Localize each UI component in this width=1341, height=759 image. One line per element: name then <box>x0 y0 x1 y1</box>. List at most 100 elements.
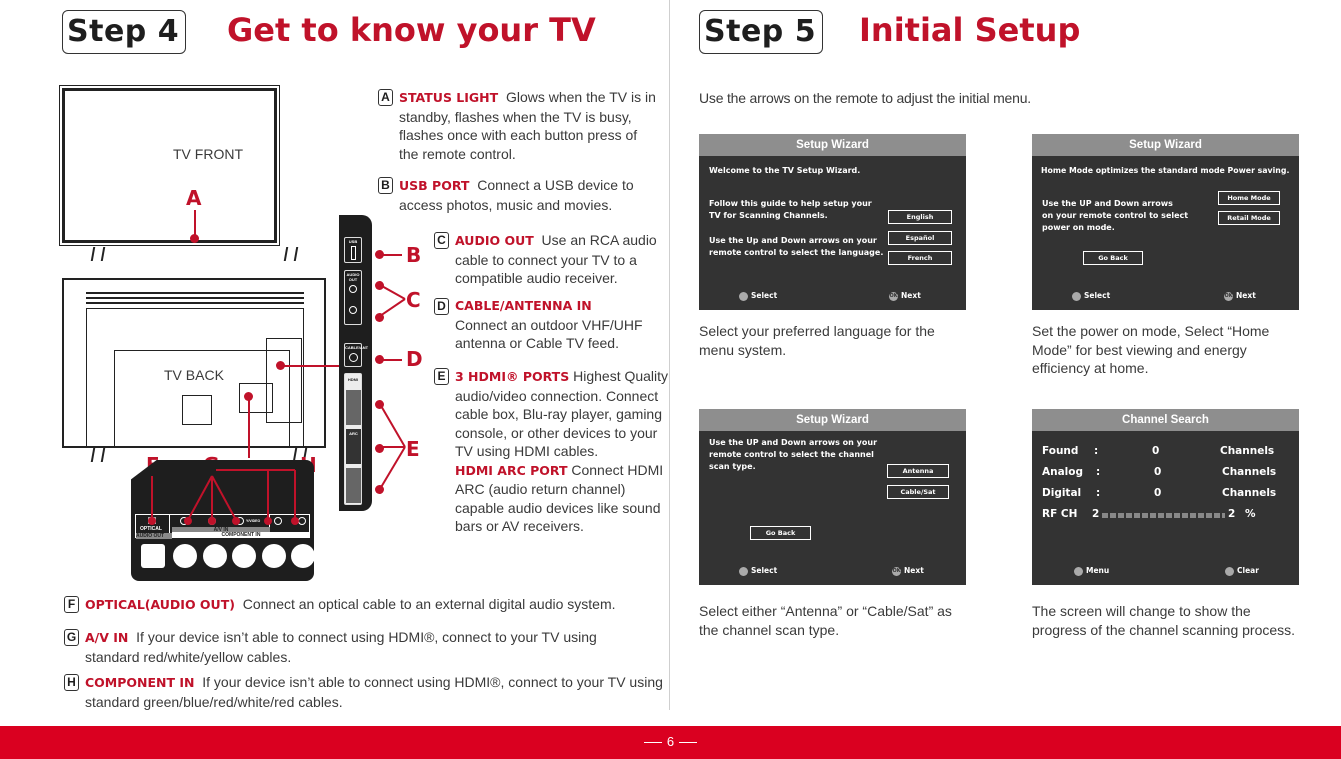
screen-scan-type: Setup Wizard Use the UP and Down arrows … <box>699 409 966 585</box>
item-letter: F <box>64 596 79 613</box>
option-french[interactable]: French <box>888 251 952 265</box>
audio-out-ports: AUDIO OUT <box>344 270 362 325</box>
item-heading: AUDIO OUT <box>455 233 534 248</box>
screen-power-mode: Setup Wizard Home Mode optimizes the sta… <box>1032 134 1299 310</box>
screen-title: Setup Wizard <box>699 409 966 431</box>
item-heading: USB PORT <box>399 178 470 193</box>
hdmi-ports: HDMI ARC <box>344 373 362 505</box>
step4-badge: Step 4 <box>62 10 187 54</box>
footer-next: OK Next <box>1224 291 1256 301</box>
screen-line: TV for Scanning Channels. <box>709 211 828 220</box>
clear-x-icon <box>1225 566 1234 576</box>
screen-line: Use the UP and Down arrows on your <box>709 438 878 447</box>
ok-icon: OK <box>892 566 901 576</box>
screen-line: Welcome to the TV Setup Wizard. <box>709 166 861 175</box>
screen-line: power on mode. <box>1042 223 1115 232</box>
option-retail-mode[interactable]: Retail Mode <box>1218 211 1280 225</box>
dash-right <box>679 742 698 744</box>
screen-channel-search: Channel Search Found : 0 Channels Analog… <box>1032 409 1299 585</box>
side-port-panel: USB AUDIO OUT CABLE/ANT HDMI ARC <box>339 215 372 511</box>
item-letter: E <box>434 368 449 385</box>
tv-stand-right <box>283 247 299 261</box>
component-in-label: COMPONENT IN <box>172 532 310 538</box>
tv-stand-left <box>90 247 106 261</box>
item-b: B USB PORT Connect a USB device to acces… <box>378 176 648 214</box>
option-home-mode[interactable]: Home Mode <box>1218 191 1280 205</box>
item-heading: A/V IN <box>85 630 129 645</box>
page-footer: 6 <box>0 726 1341 759</box>
option-espanol[interactable]: Español <box>888 231 952 245</box>
screen-title: Channel Search <box>1032 409 1299 431</box>
callout-d: D <box>406 347 423 371</box>
callout-d-line <box>380 359 402 361</box>
page-number: 6 <box>666 734 675 749</box>
row-analog-label: Analog <box>1042 466 1084 478</box>
item-letter: A <box>378 89 393 106</box>
item-letter: C <box>434 232 449 249</box>
footer-next: OK Next <box>892 566 924 576</box>
callout-a: A <box>186 186 202 210</box>
footer-select: Select <box>1072 291 1110 301</box>
screen-line: Home Mode optimizes the standard mode Po… <box>1041 166 1290 175</box>
item-heading: COMPONENT IN <box>85 675 195 690</box>
tv-back-illustration: TV BACK <box>62 278 326 448</box>
screen-line: Use the UP and Down arrows <box>1042 199 1173 208</box>
screen-line: remote control to select the channel <box>709 450 874 459</box>
step5-intro: Use the arrows on the remote to adjust t… <box>699 90 1031 106</box>
item-letter: B <box>378 177 393 194</box>
ok-icon: OK <box>889 291 898 301</box>
ok-icon: OK <box>1224 291 1233 301</box>
item-text: If your device isn’t able to connect usi… <box>85 629 597 665</box>
tv-back-stand-left <box>90 448 106 462</box>
scan-progress-value: 2 <box>1228 508 1236 520</box>
rca-port-large-1 <box>173 544 197 568</box>
tv-back-mount <box>182 395 212 425</box>
footer-next: OK Next <box>889 291 921 301</box>
option-cable-sat[interactable]: Cable/Sat <box>887 485 949 499</box>
go-back-button[interactable]: Go Back <box>750 526 811 540</box>
screen-title: Setup Wizard <box>1032 134 1299 156</box>
rca-port-large-2 <box>203 544 227 568</box>
item-heading: STATUS LIGHT <box>399 90 499 105</box>
item-c: C AUDIO OUT Use an RCA audio cable to co… <box>434 231 664 288</box>
callout-c-lines <box>379 284 406 317</box>
callout-a-line <box>194 210 196 236</box>
row-found-value: 0 <box>1152 445 1160 457</box>
scan-progress-percent-sign: % <box>1245 508 1256 520</box>
item-e: E 3 HDMI® PORTS Highest Quality audio/vi… <box>434 367 670 536</box>
row-sep: : <box>1096 487 1101 499</box>
caption-channel-search: The screen will change to show the progr… <box>1032 603 1296 638</box>
caption-language: Select your preferred language for the m… <box>699 323 935 358</box>
rf-ch-value: 2 <box>1092 508 1100 520</box>
item-heading: 3 HDMI® PORTS <box>455 369 570 384</box>
column-divider <box>669 0 670 710</box>
screen-line: Follow this guide to help setup your <box>709 199 872 208</box>
item-h: H COMPONENT IN If your device isn’t able… <box>64 673 664 711</box>
row-analog-unit: Channels <box>1222 466 1277 478</box>
caption-power-mode: Set the power on mode, Select “Home Mode… <box>1032 323 1270 376</box>
step5-title: Initial Setup <box>859 11 1081 49</box>
item-a: A STATUS LIGHT Glows when the TV is in s… <box>378 88 658 163</box>
audio-out-label: AUDIO OUT <box>136 533 172 539</box>
row-sep: : <box>1096 466 1101 478</box>
row-found-unit: Channels <box>1220 445 1275 457</box>
item-heading: CABLE/ANTENNA IN <box>455 298 592 313</box>
caption-scan-type: Select either “Antenna” or “Cable/Sat” a… <box>699 603 952 638</box>
row-sep: : <box>1094 445 1099 457</box>
callout-fgh-lines <box>148 469 299 525</box>
option-antenna[interactable]: Antenna <box>887 464 949 478</box>
row-analog-value: 0 <box>1154 466 1162 478</box>
screen-line: Use the Up and Down arrows on your <box>709 236 877 245</box>
callout-d-line-back <box>280 365 340 367</box>
callout-b-line <box>380 254 402 256</box>
cable-antenna-port: CABLE/ANT <box>344 343 368 367</box>
item-g: G A/V IN If your device isn’t able to co… <box>64 628 644 666</box>
dpad-icon <box>739 566 748 576</box>
scan-progress-bar <box>1102 513 1225 518</box>
option-english[interactable]: English <box>888 210 952 224</box>
footer-clear: Clear <box>1225 566 1259 576</box>
item-text: Connect an outdoor VHF/UHF antenna or Ca… <box>455 316 643 352</box>
item-letter: D <box>434 298 449 315</box>
go-back-button[interactable]: Go Back <box>1083 251 1143 265</box>
tv-front-label: TV FRONT <box>173 146 243 162</box>
